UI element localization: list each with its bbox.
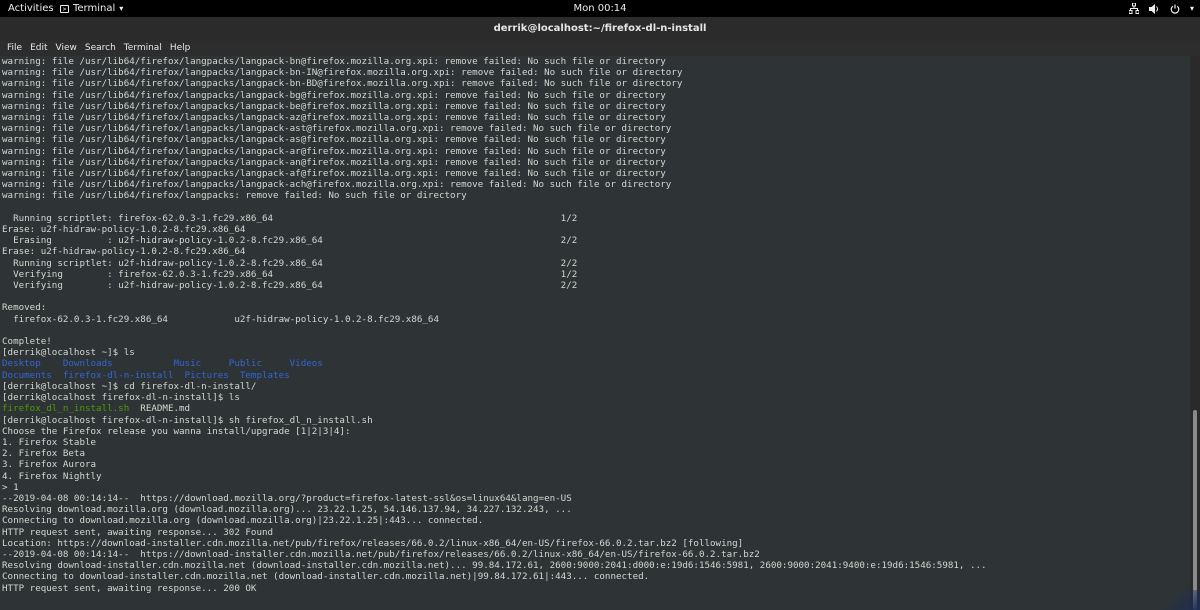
terminal-line: 3. Firefox Aurora [2, 459, 97, 471]
terminal-line: warning: file /usr/lib64/firefox/langpac… [2, 67, 683, 79]
terminal-line: warning: file /usr/lib64/firefox/langpac… [2, 168, 666, 180]
terminal-line: Erase: u2f-hidraw-policy-1.0.2-8.fc29.x8… [2, 246, 246, 258]
terminal-line: warning: file /usr/lib64/firefox/langpac… [2, 190, 467, 202]
terminal-line: Running scriptlet: firefox-62.0.3-1.fc29… [2, 212, 578, 224]
window-titlebar[interactable]: derrik@localhost:~/firefox-dl-n-install [0, 17, 1200, 42]
terminal-line: firefox_dl_n_install.sh README.md [2, 403, 191, 415]
terminal-line: 1. Firefox Stable [2, 436, 97, 448]
menu-file[interactable]: File [3, 41, 26, 56]
desktop-wallpaper-corner [1150, 590, 1200, 610]
terminal-line: warning: file /usr/lib64/firefox/langpac… [2, 78, 683, 90]
scrollbar-thumb[interactable] [1193, 410, 1197, 610]
terminal-line: warning: file /usr/lib64/firefox/langpac… [2, 89, 666, 101]
terminal-scrollbar[interactable] [1190, 56, 1200, 610]
terminal-line: warning: file /usr/lib64/firefox/langpac… [2, 100, 666, 112]
terminal-line: Documents firefox-dl-n-install Pictures … [2, 369, 290, 381]
terminal-line: HTTP request sent, awaiting response... … [2, 526, 274, 538]
menu-help[interactable]: Help [166, 41, 195, 56]
volume-icon [1148, 3, 1160, 14]
terminal-line: Location: https://download-installer.cdn… [2, 537, 744, 549]
terminal-line: Verifying : u2f-hidraw-policy-1.0.2-8.fc… [2, 280, 578, 292]
menu-search[interactable]: Search [81, 41, 120, 56]
terminal-line: Connecting to download.mozilla.org (down… [2, 515, 484, 527]
clock[interactable]: Mon 00:14 [0, 0, 1200, 17]
menu-bar: File Edit View Search Terminal Help [0, 41, 1200, 56]
top-bar: Activities > Terminal ▾ Mon 00:14 ▾ [0, 0, 1200, 17]
menu-view[interactable]: View [52, 41, 81, 56]
terminal-line: warning: file /usr/lib64/firefox/langpac… [2, 123, 672, 135]
terminal-line: Erase: u2f-hidraw-policy-1.0.2-8.fc29.x8… [2, 224, 246, 236]
terminal-line: HTTP request sent, awaiting response... … [2, 582, 257, 594]
terminal-line: 2. Firefox Beta [2, 448, 85, 460]
terminal-line: Choose the Firefox release you wanna ins… [2, 425, 351, 437]
terminal-line: 4. Firefox Nightly [2, 470, 102, 482]
chevron-down-icon: ▾ [1189, 4, 1194, 13]
terminal-line: warning: file /usr/lib64/firefox/langpac… [2, 56, 666, 67]
terminal-line: Complete! [2, 336, 52, 348]
terminal-line: warning: file /usr/lib64/firefox/langpac… [2, 179, 672, 191]
terminal-line: Connecting to download-installer.cdn.moz… [2, 571, 650, 583]
terminal-line: Verifying : firefox-62.0.3-1.fc29.x86_64… [2, 268, 578, 280]
terminal-line: warning: file /usr/lib64/firefox/langpac… [2, 112, 666, 124]
terminal-line: --2019-04-08 00:14:14-- https://download… [2, 492, 572, 504]
terminal-text: warning: file /usr/lib64/firefox/langpac… [0, 56, 1190, 594]
terminal-line: Running scriptlet: u2f-hidraw-policy-1.0… [2, 257, 578, 269]
window-title: derrik@localhost:~/firefox-dl-n-install [493, 23, 707, 34]
terminal-line: [derrik@localhost ~]$ ls [2, 347, 135, 359]
terminal-line: Desktop Downloads Music Public Videos [2, 358, 323, 370]
power-icon [1170, 4, 1180, 14]
terminal-line: > 1 [2, 481, 19, 493]
terminal-line: [derrik@localhost firefox-dl-n-install]$… [2, 414, 373, 426]
system-tray[interactable]: ▾ [1128, 0, 1194, 17]
terminal-line: Erasing : u2f-hidraw-policy-1.0.2-8.fc29… [2, 235, 578, 247]
terminal-output[interactable]: warning: file /usr/lib64/firefox/langpac… [0, 56, 1190, 610]
terminal-line: warning: file /usr/lib64/firefox/langpac… [2, 134, 666, 146]
menu-edit[interactable]: Edit [26, 41, 51, 56]
terminal-line: warning: file /usr/lib64/firefox/langpac… [2, 145, 666, 157]
terminal-line: Resolving download-installer.cdn.mozilla… [2, 560, 987, 572]
terminal-line: [derrik@localhost firefox-dl-n-install]$… [2, 392, 240, 404]
network-icon [1128, 3, 1139, 14]
terminal-line: Resolving download.mozilla.org (download… [2, 504, 572, 516]
terminal-line: warning: file /usr/lib64/firefox/langpac… [2, 156, 666, 168]
terminal-line: firefox-62.0.3-1.fc29.x86_64 u2f-hidraw-… [2, 313, 439, 325]
terminal-line: Removed: [2, 302, 47, 314]
terminal-line: [derrik@localhost ~]$ cd firefox-dl-n-in… [2, 380, 257, 392]
menu-terminal[interactable]: Terminal [120, 41, 166, 56]
terminal-line: --2019-04-08 00:14:14-- https://download… [2, 548, 760, 560]
